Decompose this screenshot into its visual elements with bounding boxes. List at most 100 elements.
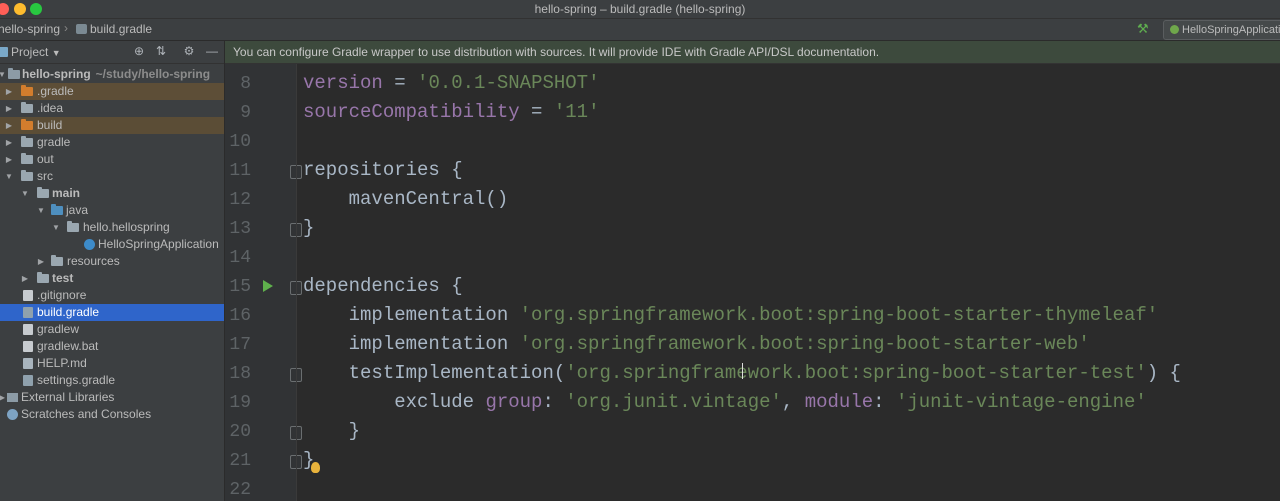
line-number: 12 <box>229 190 251 210</box>
expanded-arrow-icon[interactable]: ▼ <box>36 202 46 219</box>
collapsed-arrow-icon[interactable]: ▶ <box>36 253 46 270</box>
tree-item-settings-gradle[interactable]: settings.gradle <box>0 372 224 389</box>
code-line-12: mavenCentral() <box>303 188 509 210</box>
code-token: 'junit-vintage-engine' <box>895 391 1147 413</box>
tree-item-label: gradle <box>37 135 71 149</box>
tree-item-test[interactable]: ▶ test <box>0 270 224 287</box>
tree-item-label: build.gradle <box>37 305 100 319</box>
code-token: module <box>804 391 874 413</box>
code-token: 'org.springframework.boot:spring-boot-st… <box>519 304 1159 326</box>
tree-item-main[interactable]: ▼ main <box>0 185 224 202</box>
code-line-9: sourceCompatibility = '11' <box>303 101 599 123</box>
collapsed-arrow-icon[interactable]: ▶ <box>4 117 14 134</box>
scratches-icon <box>7 409 18 420</box>
code-line-15: dependencies { <box>303 275 463 297</box>
code-editor[interactable]: 8 9 10 11 12 13 14 15 16 17 18 19 20 21 … <box>225 64 1280 501</box>
tree-item-build-gradle[interactable]: build.gradle <box>0 304 224 321</box>
tree-item-label: build <box>37 118 63 132</box>
tree-item-src[interactable]: ▼ src <box>0 168 224 185</box>
locate-target-icon[interactable]: ⊕ <box>132 44 146 58</box>
tree-item-label: Scratches and Consoles <box>21 407 152 421</box>
tree-item-label: gradlew <box>37 322 80 336</box>
breadcrumb-project[interactable]: hello-spring <box>0 22 60 37</box>
window-title: hello-spring – build.gradle (hello-sprin… <box>534 2 746 16</box>
tree-item-label: resources <box>67 254 120 268</box>
code-token: group <box>485 391 543 413</box>
code-token: version <box>303 72 383 94</box>
gutter-separator <box>296 64 297 501</box>
tree-item-external-libraries[interactable]: ▶ External Libraries <box>0 389 224 406</box>
tree-item-help-md[interactable]: HELP.md <box>0 355 224 372</box>
libraries-icon <box>7 393 18 402</box>
code-token: exclude <box>303 391 486 413</box>
line-number: 17 <box>229 335 251 355</box>
tree-item-label: .idea <box>37 101 64 115</box>
gear-icon[interactable]: ⚙ <box>182 44 196 58</box>
tree-item-label: HelloSpringApplication <box>98 237 219 251</box>
line-number: 16 <box>229 306 251 326</box>
line-number: 14 <box>229 248 251 268</box>
line-number: 9 <box>240 103 251 123</box>
code-token: '0.0.1-SNAPSHOT' <box>417 72 600 94</box>
folder-icon <box>21 170 33 181</box>
tree-item-hello-hellospring[interactable]: ▼ hello.hellospring <box>0 219 224 236</box>
code-token: = <box>382 72 418 94</box>
collapsed-arrow-icon[interactable]: ▶ <box>4 83 14 100</box>
tree-item-idea[interactable]: ▶ .idea <box>0 100 224 117</box>
collapsed-arrow-icon[interactable]: ▶ <box>0 389 7 406</box>
tree-item-out[interactable]: ▶ out <box>0 151 224 168</box>
line-number: 20 <box>229 422 251 442</box>
expanded-arrow-icon[interactable]: ▼ <box>20 185 30 202</box>
tree-item-gradlew-bat[interactable]: gradlew.bat <box>0 338 224 355</box>
tree-item-hellospringapplication[interactable]: HelloSpringApplication <box>0 236 224 253</box>
code-line-17: implementation 'org.springframework.boot… <box>303 333 1090 355</box>
collapsed-arrow-icon[interactable]: ▶ <box>4 100 14 117</box>
hide-panel-icon[interactable]: — <box>205 44 219 58</box>
lightbulb-icon[interactable] <box>311 462 320 473</box>
tree-item-dot-gradle[interactable]: ▶ .gradle <box>0 83 224 100</box>
tree-item-hello-spring[interactable]: ▼ hello-spring ~/study/hello-spring <box>0 66 224 83</box>
code-line-20: } <box>303 420 361 442</box>
collapse-all-icon[interactable]: ⇅ <box>154 44 168 58</box>
tree-item-build[interactable]: ▶ build <box>0 117 224 134</box>
code-token: 'org.junit.vintage' <box>565 391 782 413</box>
folder-icon <box>21 136 33 147</box>
spring-boot-icon <box>1170 25 1179 34</box>
spring-class-icon <box>84 239 95 250</box>
code-token: , <box>781 391 805 413</box>
expanded-arrow-icon[interactable]: ▼ <box>51 219 61 236</box>
expanded-arrow-icon[interactable]: ▼ <box>4 168 14 185</box>
excluded-folder-icon <box>21 119 33 130</box>
code-token: 'org.springframework.boot:spring-boot-st… <box>565 362 1147 384</box>
breadcrumb-file[interactable]: build.gradle <box>76 22 152 37</box>
line-number: 18 <box>229 364 251 384</box>
code-line-11: repositories { <box>303 159 463 181</box>
line-number: 13 <box>229 219 251 239</box>
title-bar: hello-spring – build.gradle (hello-sprin… <box>0 0 1280 19</box>
line-number: 15 <box>229 277 251 297</box>
run-configuration-selector[interactable]: HelloSpringApplication <box>1163 20 1280 40</box>
expanded-arrow-icon[interactable]: ▼ <box>0 66 7 83</box>
collapsed-arrow-icon[interactable]: ▶ <box>4 151 14 168</box>
run-icon[interactable] <box>263 280 273 292</box>
code-token: sourceCompatibility <box>303 101 520 123</box>
notification-text: You can configure Gradle wrapper to use … <box>233 45 880 59</box>
tree-item-label: java <box>66 203 89 217</box>
tree-item-gradle[interactable]: ▶ gradle <box>0 134 224 151</box>
code-line-8: version = '0.0.1-SNAPSHOT' <box>303 72 599 94</box>
build-hammer-icon[interactable]: ⚒ <box>1137 22 1153 36</box>
gradle-file-icon <box>76 24 87 34</box>
tree-item-label: .gitignore <box>37 288 87 302</box>
tree-item-resources[interactable]: ▶ resources <box>0 253 224 270</box>
collapsed-arrow-icon[interactable]: ▶ <box>20 270 30 287</box>
tree-item-label: out <box>37 152 54 166</box>
tree-item-java[interactable]: ▼ java <box>0 202 224 219</box>
tree-item-label: External Libraries <box>21 390 115 404</box>
tree-item-gradlew[interactable]: gradlew <box>0 321 224 338</box>
tree-item-gitignore[interactable]: .gitignore <box>0 287 224 304</box>
collapsed-arrow-icon[interactable]: ▶ <box>4 134 14 151</box>
text-file-icon <box>23 290 33 301</box>
tree-item-scratches[interactable]: Scratches and Consoles <box>0 406 224 423</box>
project-view-selector[interactable]: Project ▼ <box>0 45 61 61</box>
code-token: '11' <box>553 101 600 123</box>
